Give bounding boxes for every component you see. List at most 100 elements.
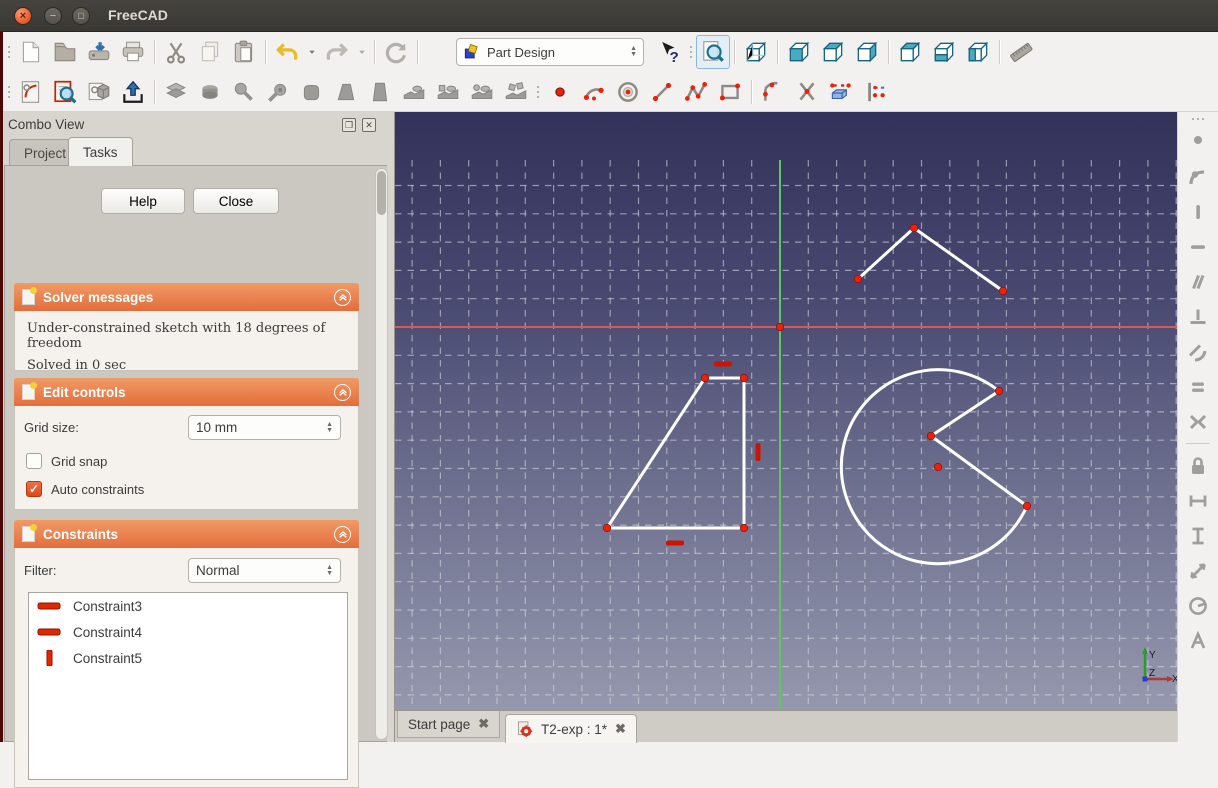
constraint-distance-button[interactable] [1181,553,1215,588]
view-left-icon [967,41,989,63]
tab-close-icon[interactable]: ✖ [478,716,489,732]
multi-transform-button[interactable] [499,75,533,109]
external-geometry-button[interactable] [824,75,858,109]
auto-constraints-checkbox[interactable]: ✓ [26,481,42,497]
redo-button[interactable] [320,35,354,69]
constraint-tangent-button[interactable] [1181,334,1215,369]
create-point-button[interactable] [543,75,577,109]
pad-button[interactable] [159,75,193,109]
mirrored-button[interactable] [397,75,431,109]
constraint-point-on-object-button[interactable] [1181,159,1215,194]
create-polyline-button[interactable] [679,75,713,109]
paste-button[interactable] [227,35,261,69]
filter-combobox[interactable]: Normal ▲ ▼ [188,558,341,583]
tab-document-t2-exp[interactable]: T2-exp : 1* ✖ [505,714,637,743]
collapse-chevron-icon[interactable] [334,525,351,543]
groove-button[interactable] [261,75,295,109]
view-left-button[interactable] [961,35,995,69]
tab-start-page[interactable]: Start page ✖ [397,711,501,738]
toolbar-grip [1184,114,1212,124]
fillet-op-button[interactable] [295,75,329,109]
window-close-button[interactable]: × [14,7,32,25]
panel-float-icon[interactable]: ❐ [342,118,356,132]
pocket-button[interactable] [193,75,227,109]
constraint-symmetric-button[interactable] [1181,404,1215,439]
new-file-button[interactable] [14,35,48,69]
polar-pattern-button[interactable] [465,75,499,109]
filter-label: Filter: [24,563,57,578]
workbench-selector[interactable]: Part Design ▲ ▼ [456,38,644,66]
constraint-parallel-button[interactable] [1181,264,1215,299]
collapse-chevron-icon[interactable] [334,383,351,401]
revolution-button[interactable] [227,75,261,109]
window-minimize-button[interactable]: − [44,7,62,25]
open-file-button[interactable] [48,35,82,69]
scrollbar-thumb[interactable] [377,171,386,215]
trim-edge-button[interactable] [790,75,824,109]
create-circle-button[interactable] [611,75,645,109]
constraint-vertical-distance-button[interactable] [1181,518,1215,553]
create-fillet-button[interactable] [756,75,790,109]
constraints-list[interactable]: Constraint3 Constraint4 Constraint5 [28,592,348,780]
toggle-construction-icon [868,82,885,102]
constraint-perpendicular-button[interactable] [1181,299,1215,334]
save-file-button[interactable] [82,35,116,69]
view-rear-button[interactable] [893,35,927,69]
undo-menu-button[interactable] [304,35,320,69]
linear-pattern-button[interactable] [431,75,465,109]
spinner-arrows-icon[interactable]: ▲ ▼ [326,421,333,434]
create-arc-icon [583,87,604,101]
grid-size-combobox[interactable]: 10 mm ▲ ▼ [188,415,341,440]
fit-all-button[interactable] [696,35,730,69]
spinner-arrows-icon[interactable]: ▲ ▼ [326,564,333,577]
create-rectangle-button[interactable] [713,75,747,109]
view-front-button[interactable] [782,35,816,69]
whats-this-button[interactable]: ? [652,35,686,69]
solver-messages-header[interactable]: Solver messages [14,283,359,311]
constraint-vertical-button[interactable] [1181,194,1215,229]
leave-sketch-button[interactable] [116,75,150,109]
constraint-equal-button[interactable] [1181,369,1215,404]
window-maximize-button[interactable]: ▢ [72,7,90,25]
tab-tasks[interactable]: Tasks [68,137,133,166]
refresh-button[interactable] [379,35,413,69]
map-sketch-button[interactable] [82,75,116,109]
undo-button[interactable] [270,35,304,69]
print-button[interactable] [116,35,150,69]
measure-distance-button[interactable] [1004,35,1038,69]
3d-viewport[interactable]: YXZ [395,112,1177,710]
cut-button[interactable] [159,35,193,69]
draft-button[interactable] [363,75,397,109]
redo-menu-button[interactable] [354,35,370,69]
edit-sketch-button[interactable] [48,75,82,109]
constraints-header[interactable]: Constraints [14,520,359,548]
help-button[interactable]: Help [101,188,185,214]
constraint-list-item[interactable]: Constraint3 [29,593,347,619]
panel-close-icon[interactable]: ✕ [362,118,376,132]
view-bottom-button[interactable] [927,35,961,69]
toggle-construction-button[interactable] [858,75,892,109]
copy-button[interactable] [193,35,227,69]
constraint-coincident-button[interactable] [1181,124,1215,159]
constraint-list-item[interactable]: Constraint4 [29,619,347,645]
edit-controls-header[interactable]: Edit controls [14,378,359,406]
create-line-button[interactable] [645,75,679,109]
panel-scrollbar[interactable] [375,168,388,740]
create-arc-button[interactable] [577,75,611,109]
constraint-list-item[interactable]: Constraint5 [29,645,347,671]
collapse-chevron-icon[interactable] [334,288,351,306]
close-button[interactable]: Close [193,188,279,214]
constraint-horizontal-distance-button[interactable] [1181,483,1215,518]
constraint-angle-button[interactable] [1181,623,1215,658]
workbench-spinner[interactable]: ▲ ▼ [630,45,637,58]
grid-snap-checkbox[interactable] [26,453,42,469]
new-sketch-button[interactable] [14,75,48,109]
constraint-radius-button[interactable] [1181,588,1215,623]
chamfer-button[interactable] [329,75,363,109]
constraint-horizontal-button[interactable] [1181,229,1215,264]
view-right-button[interactable] [850,35,884,69]
constraint-lock-button[interactable] [1181,448,1215,483]
view-top-button[interactable] [816,35,850,69]
view-axonometric-button[interactable] [739,35,773,69]
tab-close-icon[interactable]: ✖ [615,721,626,737]
